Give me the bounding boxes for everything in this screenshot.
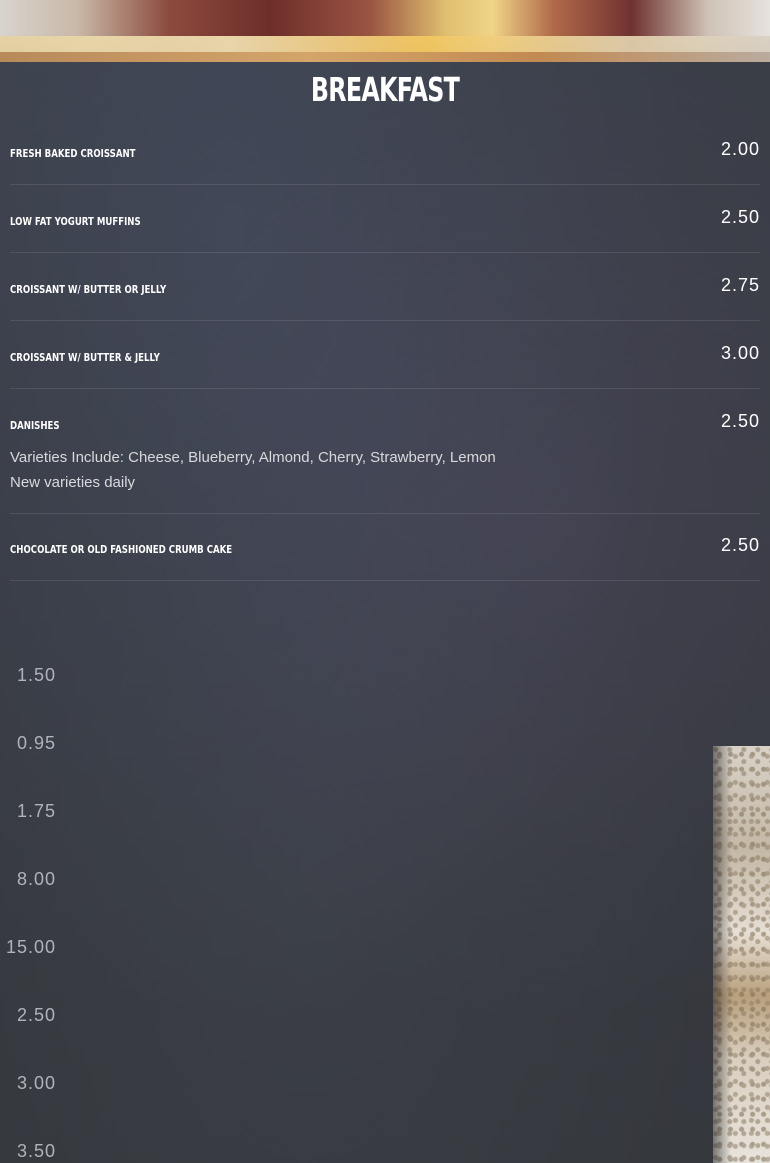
menu-item-price: 2.50 <box>720 207 760 227</box>
menu-item-name: FRESH BAKED CROISSANT <box>10 147 136 160</box>
sandwich-hero-image <box>0 0 770 62</box>
menu-item: CROISSANT W/ BUTTER OR JELLY 2.75 <box>10 275 760 321</box>
menu-item-price: 15.00 <box>5 937 56 957</box>
menu-item-description-line: Varieties Include: Cheese, Blueberry, Al… <box>10 449 496 466</box>
menu-item: CROISSANT W/ BUTTER & JELLY 3.00 <box>10 343 760 389</box>
menu-item: LOW FAT YOGURT MUFFINS 2.50 <box>10 207 760 253</box>
menu-item-name: CHOCOLATE OR OLD FASHIONED CRUMB CAKE <box>10 543 233 556</box>
bagel-shadow <box>713 746 731 1163</box>
menu-item-price: 0.95 <box>16 733 56 753</box>
menu-item-price: 3.50 <box>16 1141 56 1161</box>
menu-item-price: 2.50 <box>16 1005 56 1025</box>
menu-item: CHOCOLATE OR OLD FASHIONED CRUMB CAKE 2.… <box>10 535 760 581</box>
menu-item-price: 2.50 <box>720 535 760 555</box>
menu-item-name: DANISHES <box>10 419 60 432</box>
bagel-photo <box>713 746 770 1163</box>
menu-item-price: 2.00 <box>720 139 760 159</box>
menu-item: DANISHES 2.50 Varieties Include: Cheese,… <box>10 411 760 514</box>
menu-item-price: 2.75 <box>720 275 760 295</box>
sandwich-cheese-layer <box>0 36 770 52</box>
menu-item-name: CROISSANT W/ BUTTER & JELLY <box>10 351 160 364</box>
menu-item-price: 1.50 <box>16 665 56 685</box>
menu-item-price: 1.75 <box>16 801 56 821</box>
menu-item-name: LOW FAT YOGURT MUFFINS <box>10 215 141 228</box>
menu-item-price: 3.00 <box>16 1073 56 1093</box>
menu-item-description: Varieties Include: Cheese, Blueberry, Al… <box>10 445 496 495</box>
menu-item-price: 2.50 <box>720 411 760 431</box>
menu-item: FRESH BAKED CROISSANT 2.00 <box>10 139 760 185</box>
menu-item-price: 3.00 <box>720 343 760 363</box>
sandwich-bread-crust <box>0 52 770 62</box>
menu-item-price: 8.00 <box>16 869 56 889</box>
menu-item-description-line: New varieties daily <box>10 474 136 491</box>
menu-item-name: CROISSANT W/ BUTTER OR JELLY <box>10 283 167 296</box>
section-title: BREAKFAST <box>310 70 460 109</box>
